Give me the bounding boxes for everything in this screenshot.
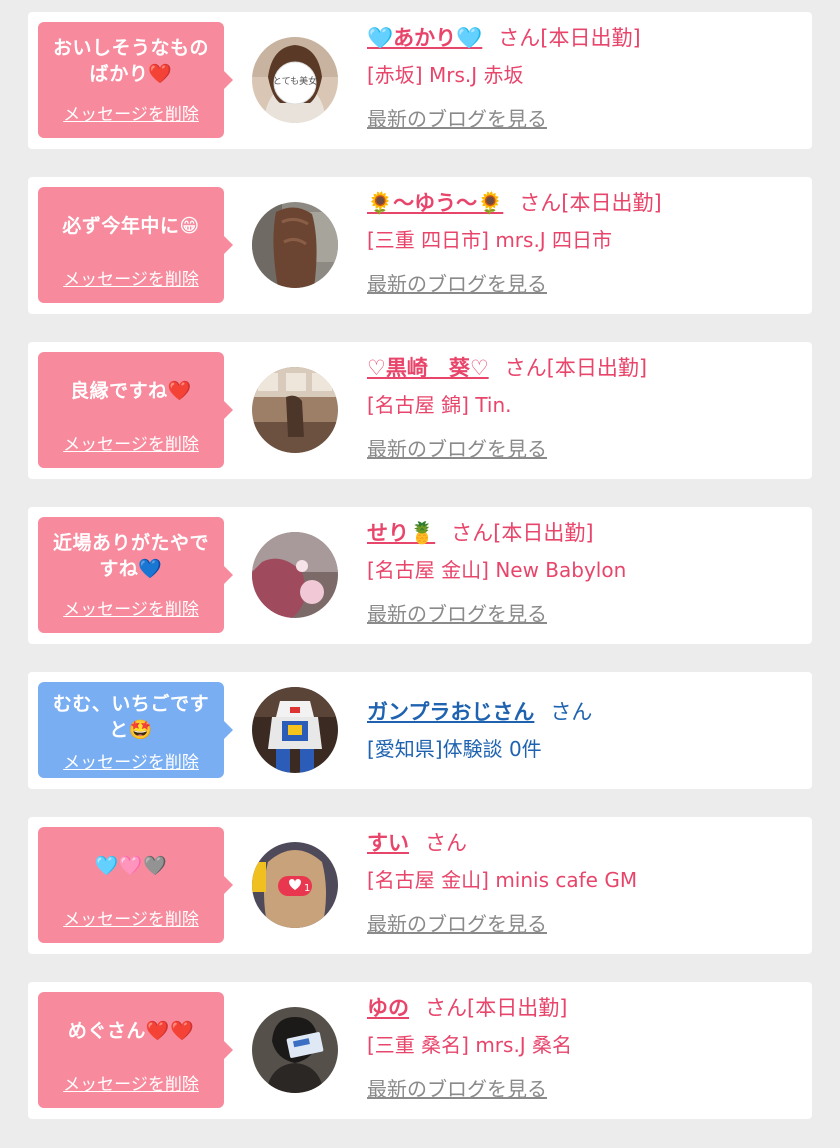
message-text: めぐさん❤️❤️ [67,1020,195,1043]
girl-name-link[interactable]: ♡黒崎 葵♡ [367,356,489,380]
user-name-link[interactable]: ガンプラおじさん [367,700,534,724]
delete-message-link[interactable]: メッセージを削除 [46,905,216,930]
name-suffix: さん[本日出勤] [519,191,662,215]
latest-blog-link[interactable]: 最新のブログを見る [367,104,547,134]
name-suffix: さん [425,831,467,855]
name-suffix: さん [550,700,593,724]
delete-message-link[interactable]: メッセージを削除 [46,430,216,455]
delete-message-link[interactable]: メッセージを削除 [46,265,216,290]
name-suffix: さん[本日出勤] [451,521,594,545]
shop-label: [名古屋 錦] Tin. [367,393,512,417]
latest-blog-link[interactable]: 最新のブログを見る [367,909,547,939]
message-card: めぐさん❤️❤️ メッセージを削除 ゆの さん[本日出勤] [三重 桑名] mrs… [28,982,812,1119]
message-bubble: 近場ありがたやですね💙 メッセージを削除 [38,517,233,633]
shop-label: [三重 四日市] mrs.J 四日市 [367,228,613,252]
name-suffix: さん[本日出勤] [425,996,568,1020]
message-bubble: 良縁ですね❤️ メッセージを削除 [38,352,233,468]
avatar[interactable] [252,532,338,618]
latest-blog-link[interactable]: 最新のブログを見る [367,1074,547,1104]
avatar[interactable] [252,1007,338,1093]
message-card: むむ、いちごですと🤩 メッセージを削除 ガンプラおじさん さん [愛知県]体験談 … [28,672,812,789]
sticker-caption: とても美女 [273,75,317,87]
message-text: 良縁ですね❤️ [70,380,192,403]
message-bubble: 必ず今年中に😁 メッセージを削除 [38,187,233,303]
message-bubble: おいしそうなものばかり❤️ メッセージを削除 [38,22,233,138]
message-card: 近場ありがたやですね💙 メッセージを削除 せり🍍 さん[本日出勤] [名古屋 金山… [28,507,812,644]
message-bubble: 🩵🩷🩶 メッセージを削除 [38,827,233,943]
shop-label: [名古屋 金山] minis cafe GM [367,868,638,892]
message-text: 必ず今年中に😁 [62,215,200,238]
name-suffix: さん[本日出勤] [504,356,648,380]
shop-label: [三重 桑名] mrs.J 桑名 [367,1033,573,1057]
latest-blog-link[interactable]: 最新のブログを見る [367,269,547,299]
message-list: おいしそうなものばかり❤️ メッセージを削除 とても美女 🩵あかり🩵 さん[本日出… [0,0,840,1148]
name-suffix: さん[本日出勤] [498,26,641,50]
message-bubble: めぐさん❤️❤️ メッセージを削除 [38,992,233,1108]
message-card: 🩵🩷🩶 メッセージを削除 1 すい さん [名古屋 金山] minis cafe … [28,817,812,954]
avatar[interactable]: とても美女 [252,37,338,123]
girl-name-link[interactable]: せり🍍 [367,521,435,545]
girl-name-link[interactable]: すい [367,831,409,855]
shop-label: [名古屋 金山] New Babylon [367,558,627,582]
avatar[interactable]: 1 [252,842,338,928]
message-card: 必ず今年中に😁 メッセージを削除 🌻〜ゆう〜🌻 さん[本日出勤] [三重 四日市]… [28,177,812,314]
avatar[interactable] [252,367,338,453]
avatar[interactable] [252,202,338,288]
delete-message-link[interactable]: メッセージを削除 [46,1070,216,1095]
message-text: 近場ありがたやですね💙 [52,532,209,580]
girl-name-link[interactable]: ゆの [367,996,409,1020]
message-text: 🩵🩷🩶 [94,855,168,878]
girl-name-link[interactable]: 🌻〜ゆう〜🌻 [367,191,503,215]
delete-message-link[interactable]: メッセージを削除 [46,595,216,620]
message-text: おいしそうなものばかり❤️ [52,37,209,85]
delete-message-link[interactable]: メッセージを削除 [46,100,216,125]
message-card: おいしそうなものばかり❤️ メッセージを削除 とても美女 🩵あかり🩵 さん[本日出… [28,12,812,149]
user-review-count: [愛知県]体験談 0件 [367,737,542,761]
message-bubble: むむ、いちごですと🤩 メッセージを削除 [38,682,233,778]
girl-name-link[interactable]: 🩵あかり🩵 [367,26,482,50]
like-badge-count: 1 [304,883,310,894]
avatar[interactable] [252,687,338,773]
delete-message-link[interactable]: メッセージを削除 [46,748,216,773]
shop-label: [赤坂] Mrs.J 赤坂 [367,63,524,87]
latest-blog-link[interactable]: 最新のブログを見る [367,599,547,629]
message-text: むむ、いちごですと🤩 [52,693,210,741]
latest-blog-link[interactable]: 最新のブログを見る [367,434,547,464]
message-card: 良縁ですね❤️ メッセージを削除 ♡黒崎 葵♡ さん[本日出勤] [名古屋 錦] … [28,342,812,479]
